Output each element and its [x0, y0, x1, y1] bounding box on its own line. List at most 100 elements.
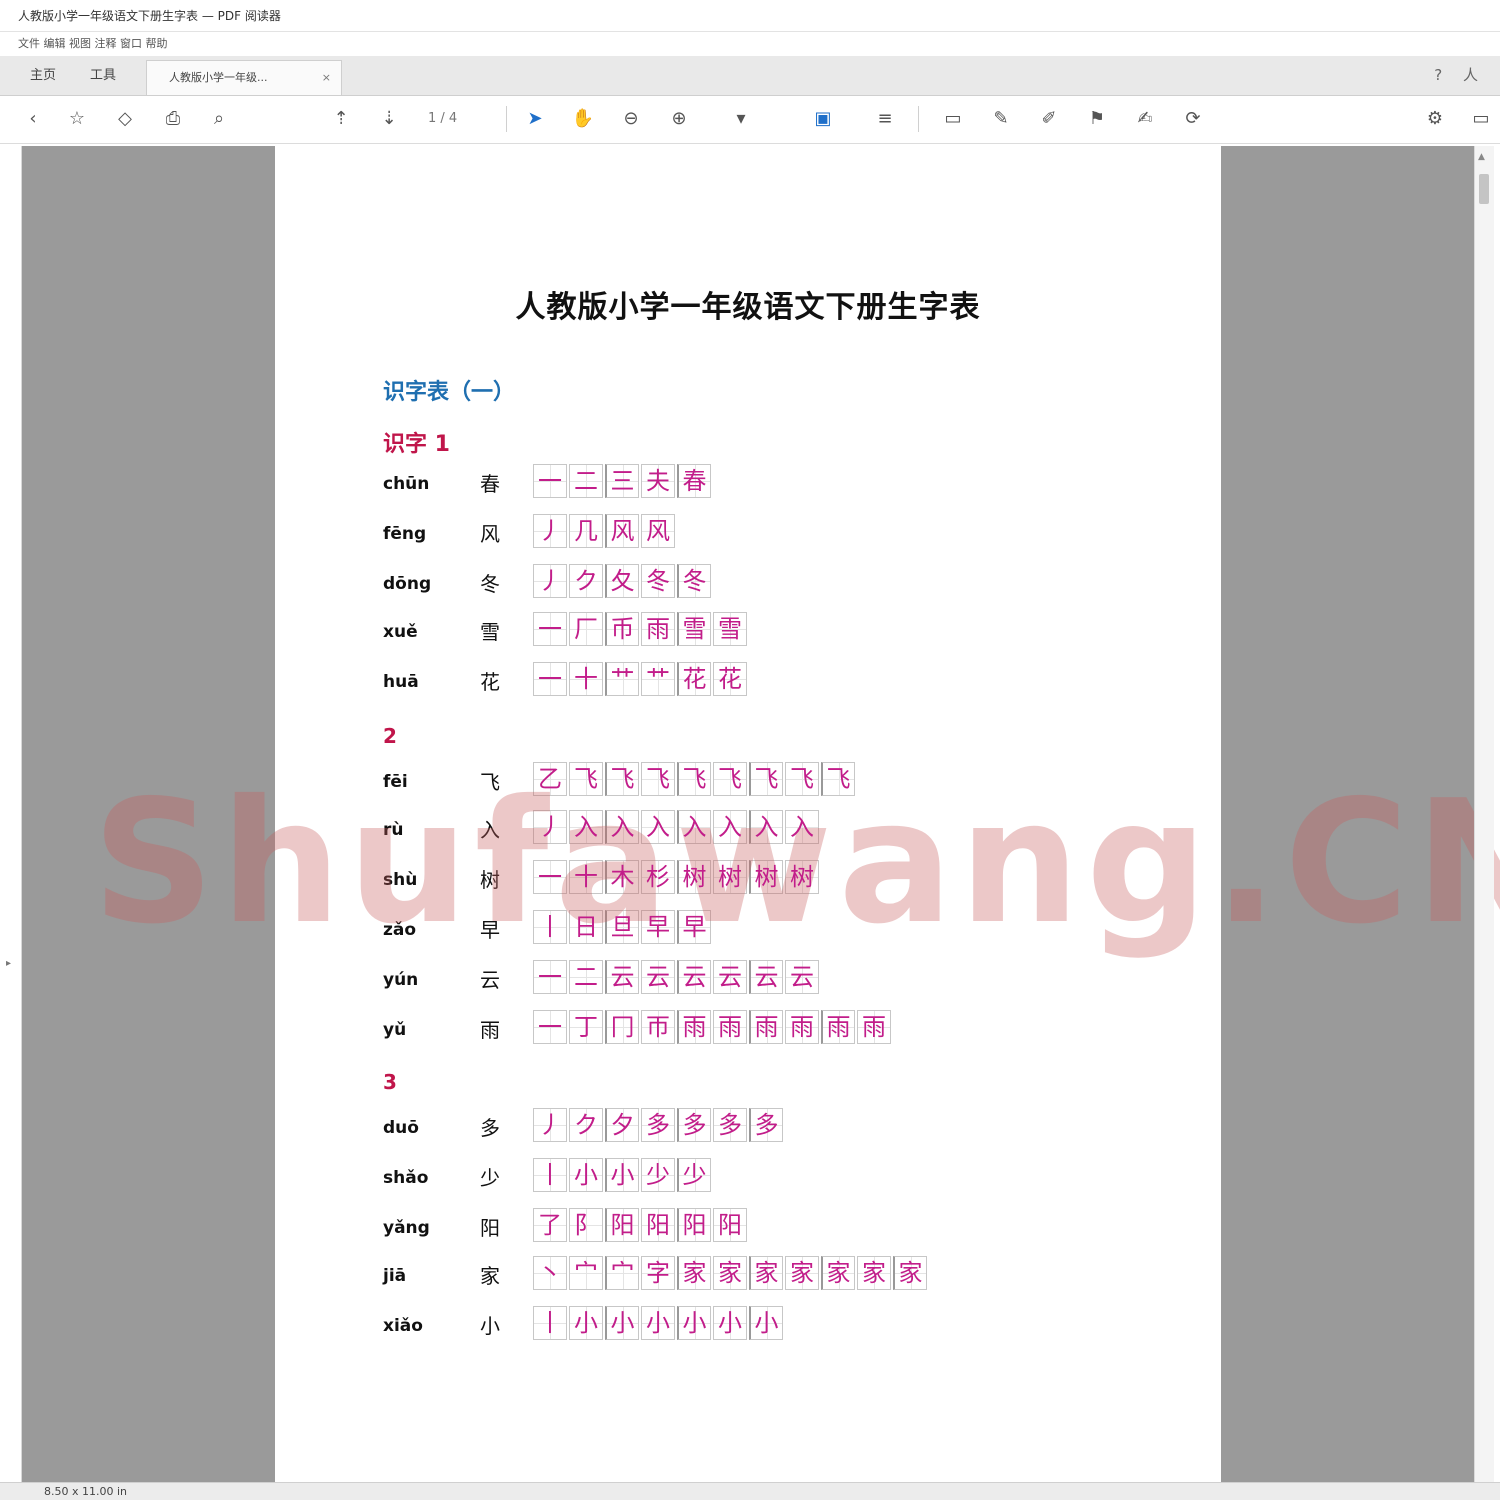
stroke-cell: 一	[533, 464, 567, 498]
stroke-cell: 夂	[605, 564, 639, 598]
stroke-cell: 多	[713, 1108, 747, 1142]
stroke-glyph: 风	[610, 517, 635, 545]
stroke-glyph: 春	[682, 467, 707, 495]
stroke-glyph: 入	[682, 813, 707, 841]
stroke-cell: 丁	[569, 1010, 603, 1044]
sign-icon[interactable]: ✍	[1130, 104, 1160, 134]
page-up-icon[interactable]: ⇡	[326, 104, 356, 134]
hanzi-character: 雨	[480, 1018, 500, 1042]
stroke-glyph: 阝	[574, 1211, 598, 1239]
toolbar: ‹ ☆ ◇ ⎙ ⌕ ⇡ ⇣ 1 / 4 ➤ ✋ ⊖ ⊕ ▾ ▣ ≡ ▭ ✎ ✐ …	[0, 96, 1500, 144]
account-icon[interactable]: 人	[1463, 66, 1478, 84]
back-icon[interactable]: ‹	[18, 104, 48, 134]
stroke-glyph: 入	[718, 813, 742, 841]
hanzi-character: 阳	[480, 1216, 500, 1240]
stroke-glyph: 冬	[646, 567, 670, 595]
stroke-glyph: 宀	[574, 1259, 598, 1287]
stroke-cell: 树	[713, 860, 747, 894]
stroke-cell: 云	[605, 960, 639, 994]
left-panel-strip[interactable]: ▸	[0, 146, 22, 1482]
stroke-cell: 树	[785, 860, 819, 894]
stroke-glyph: 多	[718, 1111, 742, 1139]
share-icon[interactable]: ⟳	[1178, 104, 1208, 134]
stroke-cell: 家	[749, 1256, 783, 1290]
stamp-icon[interactable]: ⚑	[1082, 104, 1112, 134]
stroke-cell: 入	[713, 810, 747, 844]
stroke-glyph: 丶	[538, 1259, 562, 1287]
upload-icon[interactable]: ◇	[110, 104, 140, 134]
stroke-glyph: 小	[754, 1309, 779, 1337]
scroll-mode-icon[interactable]: ≡	[870, 104, 900, 134]
stroke-glyph: 艹	[610, 665, 635, 693]
stroke-cell: 帀	[641, 1010, 675, 1044]
scroll-up-icon[interactable]: ▲	[1478, 152, 1485, 162]
page-indicator[interactable]: 1 / 4	[428, 104, 457, 134]
stroke-glyph: 云	[682, 963, 707, 991]
stroke-cell: 夫	[641, 464, 675, 498]
pinyin-label: zǎo	[383, 920, 417, 940]
scroll-thumb[interactable]	[1479, 174, 1489, 204]
select-cursor-icon[interactable]: ➤	[520, 104, 550, 134]
menu-bar[interactable]: 文件 编辑 视图 注释 窗口 帮助	[0, 32, 1500, 56]
zoom-out-icon[interactable]: ⊖	[616, 104, 646, 134]
stroke-cell: 云	[785, 960, 819, 994]
bookmark-star-icon[interactable]: ☆	[62, 104, 92, 134]
hand-tool-icon[interactable]: ✋	[568, 104, 598, 134]
pinyin-label: duō	[383, 1118, 419, 1138]
page-size-label: 8.50 x 11.00 in	[44, 1485, 128, 1498]
stroke-cell: 飞	[605, 762, 639, 796]
pinyin-label: rù	[383, 820, 404, 840]
stroke-cell: 飞	[569, 762, 603, 796]
hanzi-character: 入	[480, 818, 500, 842]
stroke-glyph: 二	[574, 963, 598, 991]
fit-page-icon[interactable]: ▣	[808, 104, 838, 134]
hanzi-character: 花	[480, 670, 500, 694]
stroke-glyph: 小	[682, 1309, 707, 1337]
highlight-icon[interactable]: ✐	[1034, 104, 1064, 134]
stroke-glyph: 家	[682, 1259, 707, 1287]
stroke-cell: 二	[569, 960, 603, 994]
stroke-cell: 入	[677, 810, 711, 844]
stroke-glyph: 飞	[754, 765, 779, 793]
stroke-glyph: 了	[538, 1211, 562, 1239]
close-icon[interactable]: ×	[322, 61, 331, 94]
hanzi-character: 少	[480, 1166, 500, 1190]
stroke-glyph: ク	[574, 1111, 598, 1139]
zoom-in-icon[interactable]: ⊕	[664, 104, 694, 134]
help-icon[interactable]: ?	[1434, 66, 1442, 84]
stroke-glyph: 飞	[826, 765, 851, 793]
stroke-cell: 阳	[605, 1208, 639, 1242]
lesson-label: 3	[383, 1070, 397, 1094]
stroke-glyph: 雨	[826, 1013, 851, 1041]
comment-icon[interactable]: ▭	[938, 104, 968, 134]
stroke-glyph: 冂	[610, 1013, 635, 1041]
document-viewer[interactable]: 人教版小学一年级语文下册生字表 识字表（一） 识字 1 chūn 春一二三夫春 fē…	[22, 146, 1474, 1482]
stroke-glyph: 飞	[790, 765, 814, 793]
expand-icon[interactable]: ▭	[1466, 104, 1496, 134]
chevron-right-icon[interactable]: ▸	[6, 958, 11, 969]
search-icon[interactable]: ⌕	[204, 104, 234, 134]
print-icon[interactable]: ⎙	[158, 104, 188, 134]
pinyin-label: huā	[383, 672, 419, 692]
document-tab[interactable]: 人教版小学一年级... ×	[146, 60, 342, 95]
tab-home[interactable]: 主页	[18, 56, 68, 95]
pinyin-label: chūn	[383, 474, 430, 494]
stroke-glyph: 家	[862, 1259, 886, 1287]
stroke-glyph: 十	[574, 863, 598, 891]
stroke-cell: 飞	[713, 762, 747, 796]
page-down-icon[interactable]: ⇣	[374, 104, 404, 134]
vertical-scrollbar[interactable]: ▲	[1474, 146, 1494, 1482]
stroke-cell: 云	[641, 960, 675, 994]
stroke-glyph: 杉	[646, 863, 670, 891]
stroke-glyph: 多	[754, 1111, 779, 1139]
stroke-cell: 小	[749, 1306, 783, 1340]
stroke-cell: 阳	[641, 1208, 675, 1242]
zoom-dropdown-icon[interactable]: ▾	[726, 104, 756, 134]
pen-icon[interactable]: ✎	[986, 104, 1016, 134]
stroke-cell: 十	[569, 662, 603, 696]
stroke-glyph: 一	[538, 1013, 562, 1041]
tools-pane-icon[interactable]: ⚙	[1420, 104, 1450, 134]
stroke-glyph: 一	[538, 467, 562, 495]
stroke-cell: 家	[713, 1256, 747, 1290]
tab-tools[interactable]: 工具	[78, 56, 128, 95]
